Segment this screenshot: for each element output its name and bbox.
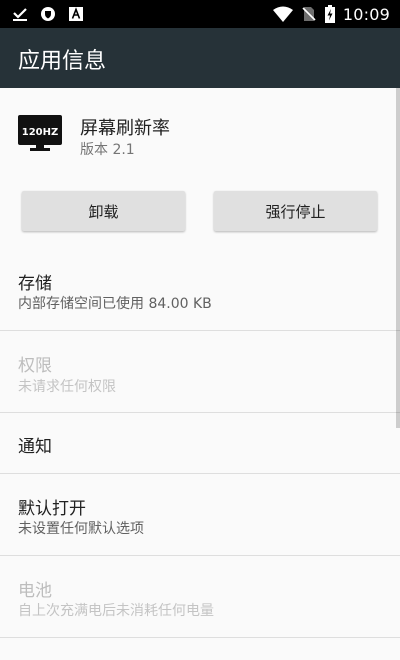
pref-permissions: 权限 未请求任何权限 <box>0 331 400 412</box>
pref-battery: 电池 自上次充满电后未消耗任何电量 <box>0 556 400 637</box>
app-version: 版本 2.1 <box>80 142 135 158</box>
font-a-icon <box>68 6 84 22</box>
wifi-icon <box>272 6 293 22</box>
shield-icon <box>40 6 56 22</box>
status-bar-system: 10:09 <box>272 3 390 25</box>
no-sim-icon <box>301 6 317 22</box>
pref-title: 存储 <box>18 274 52 294</box>
pref-summary: 内部存储空间已使用 84.00 KB <box>18 296 212 312</box>
status-bar-notifications <box>12 4 84 24</box>
download-done-icon <box>12 6 28 22</box>
pref-summary: 自上次充满电后未消耗任何电量 <box>18 603 214 619</box>
pref-title: 权限 <box>18 356 52 376</box>
pref-summary: 未设置任何默认选项 <box>18 521 144 537</box>
pref-summary: 未请求任何权限 <box>18 379 116 395</box>
app-bar: 应用信息 <box>0 28 400 88</box>
pref-title: 电池 <box>18 581 52 601</box>
uninstall-button[interactable]: 卸载 <box>22 191 185 231</box>
pref-title: 默认打开 <box>18 499 86 519</box>
pref-storage[interactable]: 存储 内部存储空间已使用 84.00 KB <box>0 248 400 330</box>
status-bar-clock: 10:09 <box>342 4 390 24</box>
app-name: 屏幕刷新率 <box>80 118 170 139</box>
app-icon: 120HZ <box>18 115 62 151</box>
pref-open-by-default[interactable]: 默认打开 未设置任何默认选项 <box>0 474 400 555</box>
force-stop-button[interactable]: 强行停止 <box>214 191 377 231</box>
status-bar: 10:09 <box>0 0 400 28</box>
app-info-content[interactable]: 120HZ 屏幕刷新率 版本 2.1 卸载 强行停止 存储 内部存储空间已使用 … <box>0 88 400 660</box>
pref-title: 通知 <box>18 437 52 457</box>
page-title: 应用信息 <box>18 49 107 74</box>
divider <box>0 637 400 638</box>
app-icon-label: 120HZ <box>22 127 59 138</box>
app-header: 120HZ 屏幕刷新率 版本 2.1 <box>0 88 400 180</box>
pref-notifications[interactable]: 通知 <box>0 413 400 473</box>
scrollbar[interactable] <box>396 88 400 428</box>
battery-charging-icon <box>324 5 335 23</box>
